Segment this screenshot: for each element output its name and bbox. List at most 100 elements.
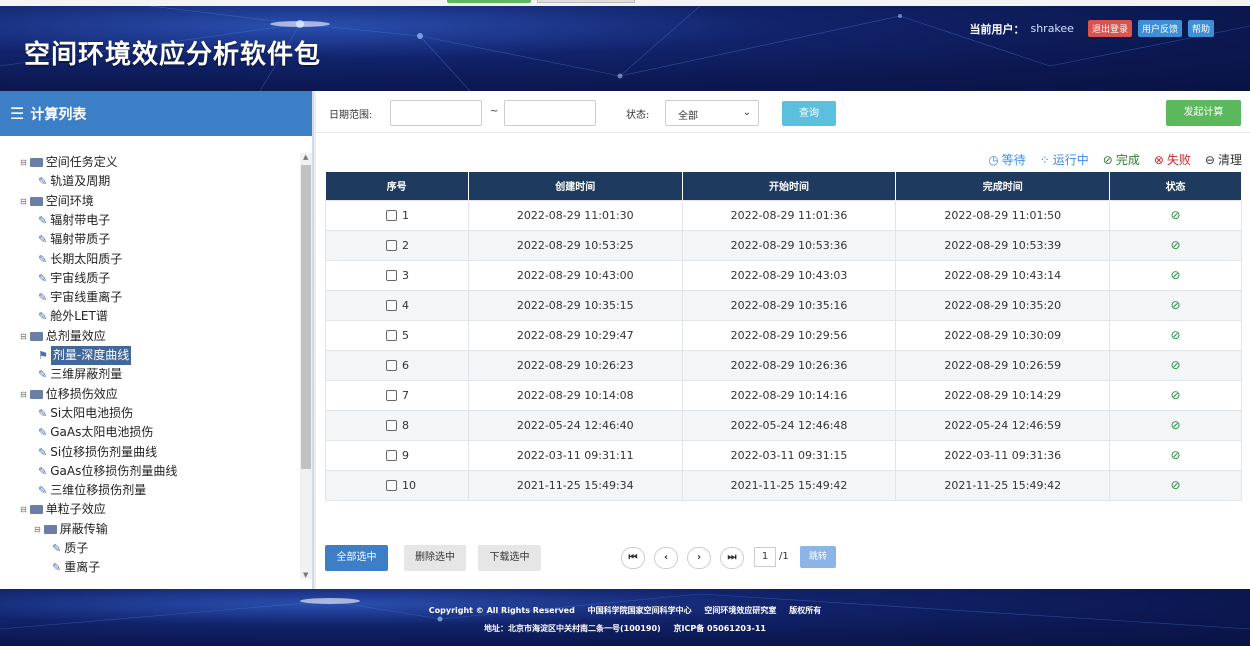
- page-number-input[interactable]: 1: [754, 547, 776, 567]
- tree-leaf[interactable]: ✎ 辐射带质子: [38, 230, 110, 249]
- table-row[interactable]: 4 2022-08-29 10:35:15 2022-08-29 10:35:16 2…: [325, 289, 1242, 321]
- cell-created: 2022-03-11 09:31:11: [467, 439, 683, 471]
- sidebar-scrollbar[interactable]: ▲ ▼: [300, 153, 312, 579]
- date-to-input[interactable]: [504, 100, 596, 126]
- leaf-icon: ✎: [52, 561, 62, 575]
- leaf-icon: ✎: [38, 252, 48, 266]
- sidebar-title: 计算列表: [30, 106, 87, 123]
- browser-green-tab: [447, 0, 531, 3]
- row-checkbox[interactable]: [386, 480, 397, 491]
- tree-leaf[interactable]: ✎ 轨道及周期: [38, 172, 110, 191]
- query-button[interactable]: 查询: [782, 101, 836, 126]
- table-row[interactable]: 9 2022-03-11 09:31:11 2022-03-11 09:31:15 2…: [325, 439, 1242, 471]
- footer-rights: 版权所有: [789, 606, 822, 615]
- table-row[interactable]: 7 2022-08-29 10:14:08 2022-08-29 10:14:16 2…: [325, 379, 1242, 411]
- collapse-toggle-icon[interactable]: ⊟: [20, 500, 27, 519]
- menu-icon: ☰: [10, 104, 25, 123]
- col-status: 状态: [1109, 172, 1242, 200]
- cell-created: 2022-08-29 10:14:08: [467, 379, 683, 411]
- row-checkbox[interactable]: [386, 390, 397, 401]
- row-checkbox[interactable]: [386, 330, 397, 341]
- scroll-down-icon[interactable]: ▼: [303, 571, 308, 579]
- scroll-thumb[interactable]: [301, 165, 311, 469]
- delete-selected-button[interactable]: 删除选中: [404, 545, 466, 571]
- row-checkbox[interactable]: [386, 420, 397, 431]
- cell-index: 1: [325, 199, 469, 231]
- tree-leaf[interactable]: ✎ 舱外LET谱: [38, 307, 108, 326]
- table-row[interactable]: 8 2022-05-24 12:46:40 2022-05-24 12:46:48 2…: [325, 409, 1242, 441]
- row-checkbox[interactable]: [386, 450, 397, 461]
- cell-started: 2022-08-29 10:29:56: [681, 319, 897, 351]
- tree-node-label: 位移损伤效应: [45, 386, 118, 401]
- tree-node-label: 三维位移损伤剂量: [50, 483, 147, 498]
- tree-folder[interactable]: ⊟ 屏蔽传输: [34, 520, 108, 539]
- tree-leaf[interactable]: ✎ 辐射带电子: [38, 211, 110, 230]
- tree-node-label: 轨道及周期: [50, 174, 111, 189]
- collapse-toggle-icon[interactable]: ⊟: [20, 153, 27, 172]
- next-page-button[interactable]: ›: [687, 547, 711, 569]
- cell-started: 2022-08-29 11:01:36: [681, 199, 897, 231]
- tree-leaf[interactable]: ✎ 宇宙线重离子: [38, 288, 122, 307]
- logout-button[interactable]: 退出登录: [1087, 20, 1132, 37]
- status-done-icon: ⊘: [1170, 388, 1181, 402]
- submit-calc-button[interactable]: 发起计算: [1166, 100, 1241, 126]
- cell-finished: 2022-08-29 10:43:14: [895, 259, 1111, 291]
- collapse-toggle-icon[interactable]: ⊟: [34, 520, 41, 539]
- tree-leaf[interactable]: ✎ 质子: [52, 539, 88, 558]
- minus-circle-icon: ⊖: [1204, 152, 1215, 167]
- status-done-icon: ⊘: [1170, 358, 1181, 372]
- table-row[interactable]: 6 2022-08-29 10:26:23 2022-08-29 10:26:36 2…: [325, 349, 1242, 381]
- sidebar: ☰ 计算列表 ⊟ 空间任务定义 ✎ 轨道及周期 ⊟ 空间环境 ✎ 辐射带电子 ✎ 辐射带质子 ✎ 长期…: [0, 91, 314, 589]
- feedback-button[interactable]: 用户反馈: [1137, 20, 1182, 37]
- leaf-icon: ✎: [38, 445, 48, 459]
- row-checkbox[interactable]: [386, 300, 397, 311]
- row-checkbox[interactable]: [386, 270, 397, 281]
- tree-folder[interactable]: ⊟ 空间任务定义: [20, 153, 118, 172]
- row-checkbox[interactable]: [386, 240, 397, 251]
- collapse-toggle-icon[interactable]: ⊟: [20, 192, 27, 211]
- tree-leaf[interactable]: ✎ 三维位移损伤剂量: [38, 481, 146, 500]
- tree-leaf[interactable]: ✎ 宇宙线质子: [38, 269, 110, 288]
- last-page-button[interactable]: ⏭: [720, 547, 744, 569]
- table-row[interactable]: 3 2022-08-29 10:43:00 2022-08-29 10:43:03 2…: [325, 259, 1242, 291]
- table-row[interactable]: 10 2021-11-25 15:49:34 2021-11-25 15:49:42…: [325, 469, 1242, 501]
- table-row[interactable]: 2 2022-08-29 10:53:25 2022-08-29 10:53:36 2…: [325, 229, 1242, 261]
- tree-node-label: 舱外LET谱: [50, 309, 108, 324]
- tree-leaf[interactable]: ✎ 长期太阳质子: [38, 250, 122, 269]
- tree-folder[interactable]: ⊟ 单粒子效应: [20, 500, 106, 519]
- prev-page-button[interactable]: ‹: [654, 547, 678, 569]
- collapse-toggle-icon[interactable]: ⊟: [20, 385, 27, 404]
- tree-folder[interactable]: ⊟ 空间环境: [20, 192, 94, 211]
- scroll-up-icon[interactable]: ▲: [303, 153, 308, 161]
- status-select[interactable]: 全部 ⌄: [665, 100, 759, 126]
- collapse-toggle-icon[interactable]: ⊟: [20, 327, 27, 346]
- leaf-icon: ⚑: [38, 349, 48, 362]
- status-select-value: 全部: [678, 111, 698, 122]
- tree-node-label: 长期太阳质子: [50, 251, 123, 266]
- col-created: 创建时间: [468, 172, 683, 200]
- tree-folder[interactable]: ⊟ 位移损伤效应: [20, 385, 118, 404]
- row-checkbox[interactable]: [386, 360, 397, 371]
- table-row[interactable]: 5 2022-08-29 10:29:47 2022-08-29 10:29:56 2…: [325, 319, 1242, 351]
- tree-node-label: 剂量-深度曲线: [50, 346, 132, 365]
- tree-leaf[interactable]: ✎ GaAs位移损伤剂量曲线: [38, 462, 177, 481]
- tree-leaf[interactable]: ✎ 重离子: [52, 558, 100, 577]
- row-number: 3: [402, 268, 409, 282]
- tree-leaf[interactable]: ✎ 三维屏蔽剂量: [38, 365, 122, 384]
- cell-started: 2022-08-29 10:43:03: [681, 259, 897, 291]
- tree-leaf[interactable]: ✎ GaAs太阳电池损伤: [38, 423, 153, 442]
- tree-leaf[interactable]: ⚑ 剂量-深度曲线: [38, 346, 132, 365]
- help-button[interactable]: 帮助: [1187, 20, 1214, 37]
- row-checkbox[interactable]: [386, 210, 397, 221]
- first-page-button[interactable]: ⏮: [621, 547, 645, 569]
- download-selected-button[interactable]: 下载选中: [478, 545, 541, 571]
- tree-leaf[interactable]: ✎ Si位移损伤剂量曲线: [38, 443, 157, 462]
- select-all-button[interactable]: 全部选中: [325, 545, 388, 571]
- date-from-input[interactable]: [390, 100, 482, 126]
- table-row[interactable]: 1 2022-08-29 11:01:30 2022-08-29 11:01:36 2…: [325, 199, 1242, 231]
- footer-line-1: Copyright © All Rights Reserved 中国科学院国家空…: [0, 605, 1250, 616]
- cell-status: ⊘: [1109, 289, 1242, 321]
- tree-folder[interactable]: ⊟ 总剂量效应: [20, 327, 106, 346]
- go-page-button[interactable]: 跳转: [800, 546, 836, 568]
- tree-leaf[interactable]: ✎ Si太阳电池损伤: [38, 404, 133, 423]
